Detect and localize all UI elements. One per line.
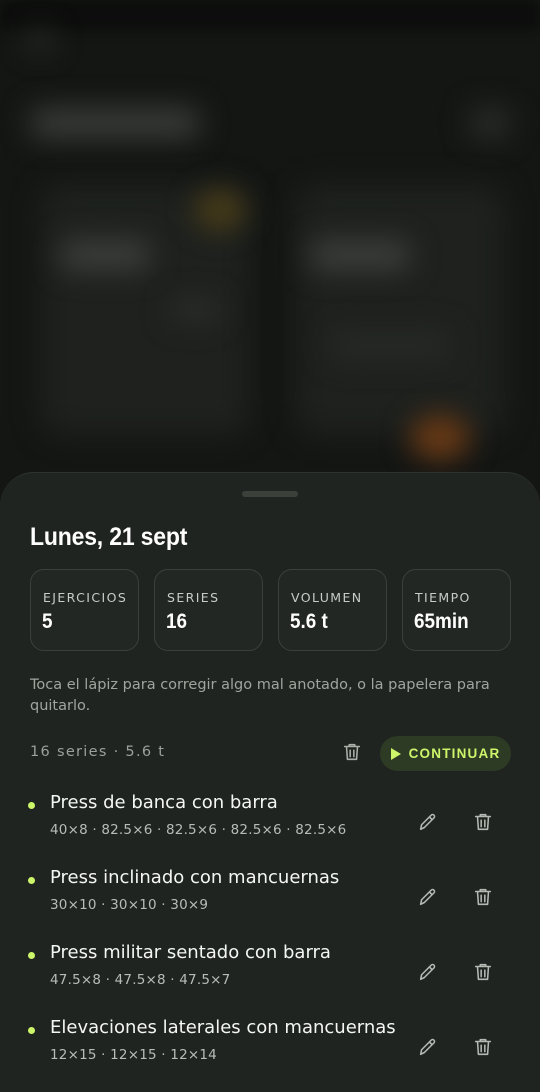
stat-value: 5.6 t: [290, 610, 328, 633]
exercise-sets: 30×10 · 30×10 · 30×9: [50, 897, 209, 913]
bg-text: [310, 240, 410, 270]
bullet-dot: [28, 1027, 35, 1034]
trash-icon: [474, 1038, 492, 1056]
exercise-item: Elevaciones laterales con mancuernas 12×…: [0, 1013, 540, 1083]
bg-text: [330, 330, 450, 360]
exercise-item: Press de banca con barra 40×8 · 82.5×6 ·…: [0, 788, 540, 858]
bg-text: [60, 240, 150, 270]
delete-exercise-button[interactable]: [468, 882, 498, 912]
edit-exercise-button[interactable]: [413, 807, 443, 837]
stat-value: 65min: [414, 610, 469, 633]
sheet-title: Lunes, 21 sept: [30, 523, 188, 551]
delete-exercise-button[interactable]: [468, 1032, 498, 1062]
bg-glow: [195, 190, 245, 230]
stat-label: EJERCICIOS: [43, 590, 128, 605]
pencil-icon: [419, 963, 436, 981]
bullet-dot: [28, 877, 35, 884]
bg-text: [170, 300, 220, 320]
stat-value: 16: [166, 610, 188, 633]
bg-back-icon: [28, 30, 52, 50]
edit-exercise-button[interactable]: [413, 882, 443, 912]
exercise-item: Press inclinado con mancuernas 30×10 · 3…: [0, 863, 540, 933]
trash-icon: [474, 888, 492, 906]
bg-status-bar: [0, 0, 540, 30]
exercise-name: Elevaciones laterales con mancuernas: [50, 1017, 396, 1038]
stat-label: VOLUMEN: [291, 590, 363, 605]
series-summary: 16 series · 5.6 t: [30, 744, 166, 760]
pencil-icon: [419, 1038, 436, 1056]
trash-icon: [343, 743, 361, 761]
edit-hint-text: Toca el lápiz para corregir algo mal ano…: [30, 677, 490, 714]
bg-menu-icon: [470, 108, 510, 138]
continue-button[interactable]: CONTINUAR: [380, 736, 511, 771]
delete-exercise-button[interactable]: [468, 957, 498, 987]
exercise-name: Press militar sentado con barra: [50, 942, 331, 963]
stat-card-series: SERIES 16: [154, 569, 263, 651]
exercise-name: Press inclinado con mancuernas: [50, 867, 340, 888]
stat-card-ejercicios: EJERCICIOS 5: [30, 569, 139, 651]
exercise-sets: 12×15 · 12×15 · 12×14: [50, 1047, 217, 1063]
stats-row: EJERCICIOS 5 SERIES 16 VOLUMEN 5.6 t TIE…: [30, 569, 511, 651]
trash-icon: [474, 813, 492, 831]
delete-exercise-button[interactable]: [468, 807, 498, 837]
play-icon: [390, 747, 401, 760]
stat-card-volumen: VOLUMEN 5.6 t: [278, 569, 387, 651]
edit-exercise-button[interactable]: [413, 1032, 443, 1062]
exercise-name: Press de banca con barra: [50, 792, 278, 813]
continue-label: CONTINUAR: [408, 746, 501, 761]
bullet-dot: [28, 802, 35, 809]
delete-workout-button[interactable]: [337, 737, 367, 767]
stat-label: SERIES: [167, 590, 220, 605]
sheet-drag-handle[interactable]: [242, 491, 298, 497]
trash-icon: [474, 963, 492, 981]
pencil-icon: [419, 888, 436, 906]
stat-card-tiempo: TIEMPO 65min: [402, 569, 511, 651]
bullet-dot: [28, 952, 35, 959]
exercise-item: Press militar sentado con barra 47.5×8 ·…: [0, 938, 540, 1008]
exercise-sets: 47.5×8 · 47.5×8 · 47.5×7: [50, 972, 231, 988]
stat-value: 5: [42, 610, 53, 633]
bg-title: [30, 108, 200, 138]
bg-glow: [410, 415, 470, 460]
workout-bottom-sheet: Lunes, 21 sept EJERCICIOS 5 SERIES 16 VO…: [0, 472, 540, 1092]
stat-label: TIEMPO: [415, 590, 471, 605]
edit-exercise-button[interactable]: [413, 957, 443, 987]
exercise-sets: 40×8 · 82.5×6 · 82.5×6 · 82.5×6 · 82.5×6: [50, 822, 347, 838]
bg-card: [295, 185, 505, 435]
pencil-icon: [419, 813, 436, 831]
